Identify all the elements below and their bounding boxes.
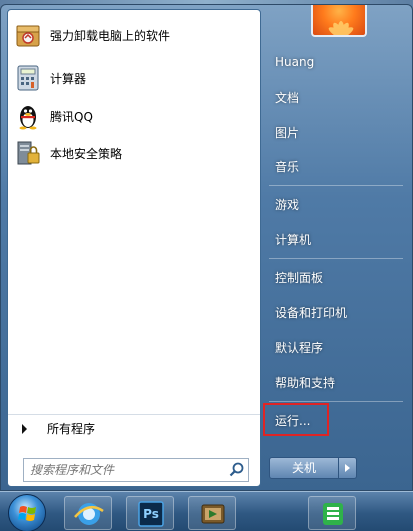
taskbar-photoshop-button[interactable]: Ps bbox=[126, 496, 174, 530]
taskbar-ie-button[interactable] bbox=[64, 496, 112, 530]
right-item-games[interactable]: 游戏 bbox=[268, 189, 404, 219]
right-item-label: 帮助和支持 bbox=[275, 375, 336, 390]
right-item-user[interactable]: Huang bbox=[268, 47, 404, 77]
shutdown-options-arrow-icon[interactable] bbox=[339, 457, 357, 479]
green-app-icon bbox=[323, 503, 343, 525]
right-item-help-support[interactable]: 帮助和支持 bbox=[268, 367, 404, 397]
taskbar-green-app-button[interactable] bbox=[308, 496, 356, 530]
right-item-label: 设备和打印机 bbox=[275, 305, 348, 320]
arrow-right-icon bbox=[22, 423, 27, 434]
right-item-pictures[interactable]: 图片 bbox=[268, 117, 404, 147]
photoshop-icon-text: Ps bbox=[143, 507, 159, 521]
qq-penguin-icon bbox=[14, 102, 42, 130]
right-item-computer[interactable]: 计算机 bbox=[268, 224, 404, 254]
right-item-label: 图片 bbox=[275, 125, 300, 140]
programs-pane: 强力卸载电脑上的软件 计算器 腾讯QQ 本地安全策略 所有程序 搜索程序和文件 bbox=[7, 9, 261, 487]
program-label: 腾讯QQ bbox=[50, 109, 93, 124]
right-item-label: 默认程序 bbox=[275, 340, 324, 355]
right-item-label: 计算机 bbox=[275, 232, 312, 247]
right-item-label: 控制面板 bbox=[275, 270, 324, 285]
search-box[interactable] bbox=[23, 458, 249, 482]
right-item-music[interactable]: 音乐 bbox=[268, 151, 404, 181]
run-highlight-box bbox=[263, 403, 329, 436]
program-item-security-policy[interactable]: 本地安全策略 bbox=[14, 136, 254, 170]
program-item-qq[interactable]: 腾讯QQ bbox=[14, 99, 254, 133]
program-label: 计算器 bbox=[50, 71, 87, 86]
search-icon[interactable] bbox=[226, 460, 248, 480]
shutdown-button[interactable]: 关机 bbox=[269, 457, 339, 479]
all-programs-label: 所有程序 bbox=[47, 422, 96, 436]
search-input[interactable] bbox=[24, 460, 226, 480]
calculator-icon bbox=[14, 64, 42, 92]
program-item-uninstaller[interactable]: 强力卸载电脑上的软件 bbox=[14, 18, 254, 52]
right-item-label: 音乐 bbox=[275, 159, 300, 174]
security-policy-icon bbox=[14, 139, 42, 167]
program-label: 本地安全策略 bbox=[50, 146, 123, 161]
divider bbox=[269, 258, 403, 259]
start-menu: 强力卸载电脑上的软件 计算器 腾讯QQ 本地安全策略 所有程序 搜索程序和文件 … bbox=[0, 4, 413, 491]
ie-icon bbox=[74, 503, 104, 525]
right-item-control-panel[interactable]: 控制面板 bbox=[268, 262, 404, 292]
right-item-documents[interactable]: 文档 bbox=[268, 82, 404, 112]
all-programs-button[interactable]: 所有程序 bbox=[8, 414, 260, 442]
right-item-label: 文档 bbox=[275, 90, 300, 105]
right-item-default-programs[interactable]: 默认程序 bbox=[268, 332, 404, 362]
taskbar-movie-maker-button[interactable] bbox=[188, 496, 236, 530]
right-item-label: 游戏 bbox=[275, 197, 300, 212]
taskbar: Ps bbox=[0, 491, 413, 531]
user-picture[interactable] bbox=[311, 5, 367, 37]
right-item-devices-printers[interactable]: 设备和打印机 bbox=[268, 297, 404, 327]
windows-orb-icon[interactable] bbox=[8, 494, 46, 531]
program-label: 强力卸载电脑上的软件 bbox=[50, 28, 171, 43]
shutdown-group: 关机 bbox=[269, 457, 357, 479]
program-item-calculator[interactable]: 计算器 bbox=[14, 61, 254, 95]
movie-maker-icon bbox=[201, 504, 225, 524]
uninstall-box-icon bbox=[14, 21, 42, 49]
divider bbox=[269, 401, 403, 402]
divider bbox=[269, 185, 403, 186]
right-item-label: Huang bbox=[275, 55, 315, 69]
